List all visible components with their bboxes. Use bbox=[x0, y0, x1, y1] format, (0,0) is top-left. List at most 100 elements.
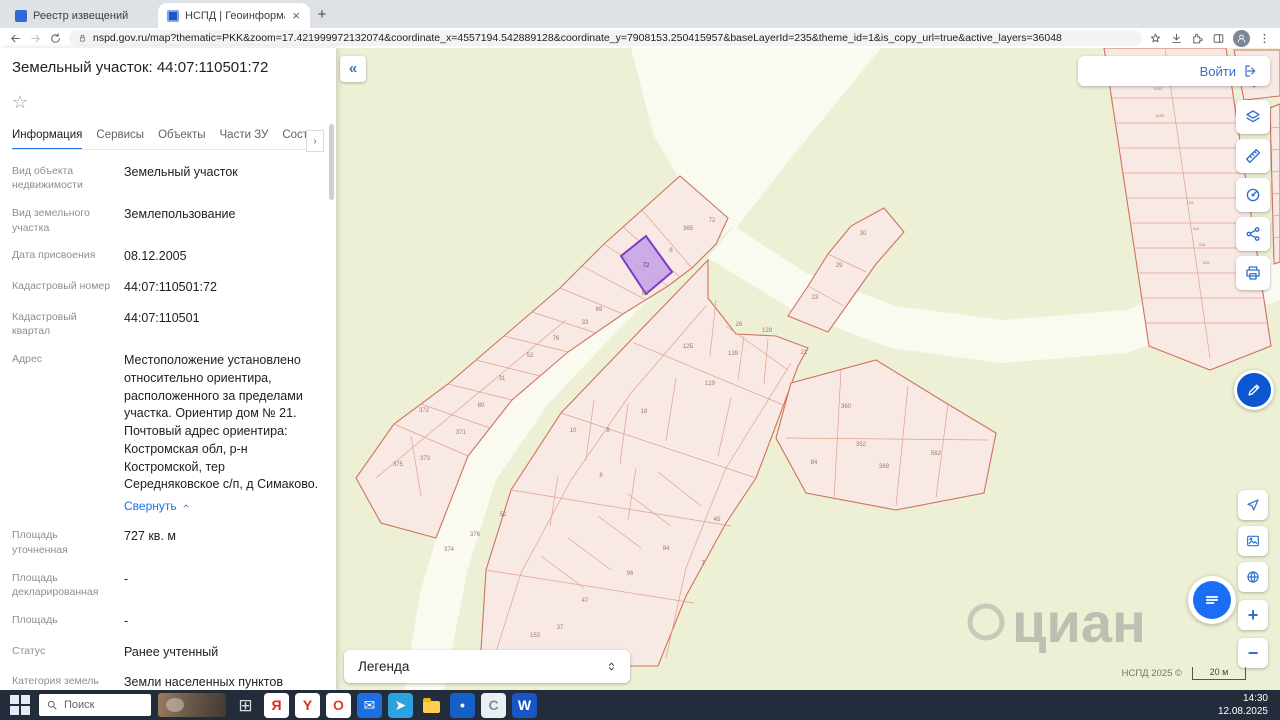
parcel-number-label: 96 bbox=[627, 571, 634, 577]
taskbar-app-app-grid[interactable]: ⊞ bbox=[233, 693, 258, 718]
parcel-number-label: 372 bbox=[419, 408, 430, 414]
forward-button[interactable] bbox=[29, 32, 42, 45]
parcel-number-label: 37 bbox=[557, 625, 564, 631]
taskbar-clock[interactable]: 14:30 12.08.2025 bbox=[1218, 692, 1272, 718]
attribute-label: Статус bbox=[12, 644, 46, 657]
identify-button[interactable] bbox=[1236, 178, 1270, 212]
download-icon[interactable] bbox=[1170, 32, 1183, 45]
feedback-button[interactable] bbox=[1234, 370, 1274, 410]
identify-icon bbox=[1244, 186, 1262, 204]
parcel-number-label: 374 bbox=[444, 547, 455, 553]
map-attribution: НСПД 2025 © bbox=[1121, 668, 1182, 679]
taskbar-app-app-c[interactable]: C bbox=[481, 692, 506, 718]
chat-lines-icon bbox=[1203, 591, 1221, 609]
globe-layers-button[interactable] bbox=[1238, 562, 1268, 592]
watermark-text: циан bbox=[1012, 591, 1146, 654]
favorite-star-icon[interactable]: ☆ bbox=[12, 92, 34, 113]
taskbar-app-telegram[interactable]: ➤ bbox=[388, 692, 413, 718]
sidebar-icon[interactable] bbox=[1212, 32, 1225, 45]
collapse-panel-button[interactable]: « bbox=[340, 56, 366, 82]
share-button[interactable] bbox=[1236, 217, 1270, 251]
panel-tab-1[interactable]: Информация bbox=[12, 129, 83, 149]
tab-close-icon[interactable]: × bbox=[291, 8, 301, 23]
widgets-thumbnail[interactable] bbox=[158, 693, 226, 717]
attribute-value: - bbox=[124, 613, 129, 628]
map-canvas[interactable]: 375 373 372 371 80 31 52 76 33 69 93 8 365 72 72 23 29 30… bbox=[336, 48, 1280, 690]
parcel-number-label: 84 bbox=[811, 460, 818, 466]
parcel-number-label: 18 bbox=[641, 409, 648, 415]
parcel-number-label: 23 bbox=[812, 295, 819, 301]
tabs-scroll-button[interactable]: › bbox=[306, 130, 324, 152]
browser-tab-nspd[interactable]: НСПД | Геоинформационный п × bbox=[158, 3, 310, 28]
taskbar-app-word[interactable]: W bbox=[512, 692, 537, 718]
taskbar-app-app-blue[interactable]: • bbox=[450, 692, 475, 718]
attribute-row: Площадь уточненная 727 кв. м bbox=[12, 528, 320, 557]
parcel-number-label: 562 bbox=[931, 451, 942, 457]
browser-toolbar: nspd.gov.ru/map?thematic=PKK&zoom=17.421… bbox=[0, 28, 1280, 48]
menu-kebab-icon[interactable] bbox=[1258, 32, 1271, 45]
panel-tab-2[interactable]: Сервисы bbox=[96, 129, 144, 149]
parcel-number-label: 375 bbox=[393, 462, 404, 468]
start-button[interactable] bbox=[8, 693, 32, 717]
attribute-row: Кадастровый квартал 44:07:110501 bbox=[12, 310, 320, 339]
legend-dropdown[interactable]: Легенда bbox=[344, 650, 630, 683]
address-bar[interactable]: nspd.gov.ru/map?thematic=PKK&zoom=17.421… bbox=[69, 30, 1142, 46]
attribute-value: 727 кв. м bbox=[124, 529, 176, 544]
parcel-number-label: 129 bbox=[705, 381, 716, 387]
back-button[interactable] bbox=[9, 32, 22, 45]
parcel-number-label: 352 bbox=[856, 442, 867, 448]
browser-tab-registry[interactable]: Реестр извещений bbox=[6, 3, 158, 28]
url-text: nspd.gov.ru/map?thematic=PKK&zoom=17.421… bbox=[93, 32, 1062, 44]
attribute-value: 44:07:110501 bbox=[124, 310, 200, 325]
zoom-in-button[interactable]: + bbox=[1238, 600, 1268, 630]
login-icon[interactable] bbox=[1243, 63, 1259, 79]
link-label: Свернуть bbox=[124, 499, 177, 514]
cadastral-map[interactable]: 3753733723718031527633699383657272232930… bbox=[336, 48, 1280, 690]
attribute-label: Кадастровый квартал bbox=[12, 310, 77, 338]
reload-button[interactable] bbox=[49, 32, 62, 45]
bookmark-icon[interactable] bbox=[1149, 32, 1162, 45]
profile-avatar[interactable] bbox=[1233, 29, 1250, 47]
search-icon bbox=[46, 699, 58, 711]
layers-button[interactable] bbox=[1236, 100, 1270, 134]
panel-scrollbar[interactable] bbox=[329, 124, 334, 200]
taskbar-app-yandex-browser[interactable]: Я bbox=[264, 692, 289, 718]
parcel-number-label: 10 bbox=[570, 428, 577, 434]
new-tab-button[interactable]: + bbox=[310, 2, 334, 26]
taskbar-app-yandex[interactable]: Y bbox=[295, 692, 320, 718]
attribute-row: Вид земельного участка Землепользование bbox=[12, 206, 320, 235]
extensions-icon[interactable] bbox=[1191, 32, 1204, 45]
collapse-address-link[interactable]: Свернуть bbox=[124, 499, 191, 513]
taskbar: Поиск ⊞ Я Y O ✉ ➤ • C W 14:30 12.08.2025 bbox=[0, 690, 1280, 720]
parcel-info-panel: Земельный участок: 44:07:110501:72 ☆ Инф… bbox=[0, 48, 336, 690]
attribute-row: Дата присвоения 08.12.2005 bbox=[12, 248, 320, 266]
measure-button[interactable] bbox=[1236, 139, 1270, 173]
taskbar-app-opera[interactable]: O bbox=[326, 692, 351, 718]
parcel-number-label: 33 bbox=[582, 320, 589, 326]
basemap-image-button[interactable] bbox=[1238, 526, 1268, 556]
taskbar-app-mail[interactable]: ✉ bbox=[357, 692, 382, 718]
attribute-value: Местоположение установлено относительно … bbox=[124, 353, 319, 492]
geolocation-button[interactable] bbox=[1238, 490, 1268, 520]
attribute-value: Землепользование bbox=[124, 206, 236, 221]
attribute-label: Вид объекта недвижимости bbox=[12, 164, 83, 192]
zoom-out-button[interactable]: − bbox=[1238, 638, 1268, 668]
taskbar-app-file-explorer[interactable] bbox=[419, 693, 444, 718]
attributes-list: Вид объекта недвижимости Земельный участо… bbox=[12, 164, 320, 691]
attribute-value: Земли населенных пунктов bbox=[124, 675, 283, 690]
panel-tab-4[interactable]: Части ЗУ bbox=[220, 129, 269, 149]
login-button[interactable]: Войти bbox=[1200, 64, 1236, 79]
attribute-label: Площадь уточненная bbox=[12, 529, 68, 556]
attribute-row: Статус Ранее учтенный bbox=[12, 644, 320, 662]
parcel-number-label: 373 bbox=[420, 456, 431, 462]
parcel-number-label: 129 bbox=[1187, 200, 1194, 205]
attribute-label: Вид земельного участка bbox=[12, 206, 90, 234]
parcel-number-label: 376 bbox=[470, 532, 481, 538]
taskbar-search[interactable]: Поиск bbox=[39, 694, 151, 716]
parcel-number-label: 153 bbox=[530, 633, 541, 639]
chat-fab[interactable] bbox=[1188, 576, 1236, 624]
panel-tab-3[interactable]: Объекты bbox=[158, 129, 205, 149]
print-button[interactable] bbox=[1236, 256, 1270, 290]
parcel-number-label: 310 bbox=[1193, 226, 1200, 231]
page-title: Земельный участок: 44:07:110501:72 bbox=[12, 59, 269, 76]
